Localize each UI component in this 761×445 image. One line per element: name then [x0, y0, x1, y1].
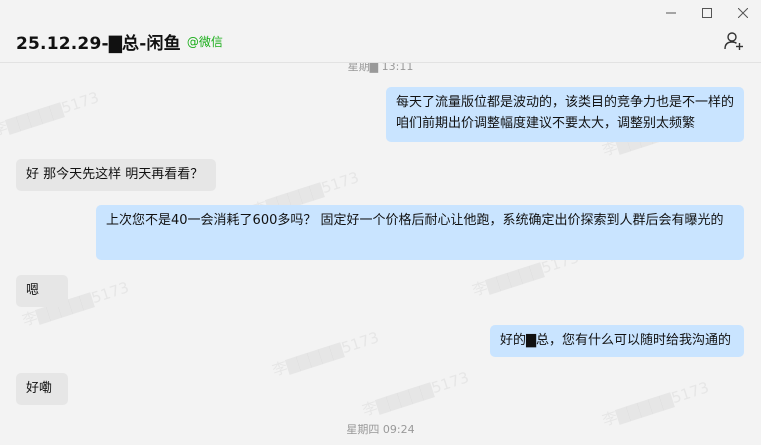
close-icon — [738, 8, 748, 18]
message-bubble-outgoing[interactable]: 上次您不是40一会消耗了600多吗？ 固定好一个价格后耐心让他跑，系统确定出价探… — [96, 205, 744, 260]
watermark: 李▇▇▇▇▇5173 — [360, 368, 472, 420]
minimize-icon — [666, 12, 676, 14]
message-bubble-incoming[interactable]: 嗯 — [16, 275, 68, 307]
message-list[interactable]: 李▇▇▇▇▇5173 李▇▇▇▇▇5173 李▇▇▇▇▇5173 李▇▇▇▇▇5… — [0, 63, 761, 445]
timestamp: 星期▇ 13:11 — [347, 63, 414, 73]
message-bubble-outgoing[interactable]: 每天了流量版位都是波动的，该类目的竞争力也是不一样的 咱们前期出价调整幅度建议不… — [386, 87, 744, 142]
message-bubble-incoming[interactable]: 好嘞 — [16, 373, 68, 405]
chat-header: 25.12.29-▇总-闲鱼 @微信 — [0, 20, 761, 62]
add-person-icon — [724, 32, 743, 50]
add-member-button[interactable] — [723, 30, 745, 52]
message-bubble-incoming[interactable]: 好 那今天先这样 明天再看看？ — [16, 159, 216, 191]
chat-title: 25.12.29-▇总-闲鱼 — [16, 33, 181, 54]
maximize-icon — [702, 8, 712, 18]
watermark: 李▇▇▇▇▇5173 — [0, 88, 102, 140]
message-bubble-outgoing[interactable]: 好的▇总，您有什么可以随时给我沟通的 — [490, 325, 744, 357]
source-tag: @微信 — [186, 34, 223, 49]
chat-window: 25.12.29-▇总-闲鱼 @微信 李▇▇▇▇▇5173 李▇▇▇▇▇5173… — [0, 0, 761, 445]
watermark: 李▇▇▇▇▇5173 — [270, 328, 382, 380]
timestamp: 星期四 09:24 — [346, 423, 415, 436]
